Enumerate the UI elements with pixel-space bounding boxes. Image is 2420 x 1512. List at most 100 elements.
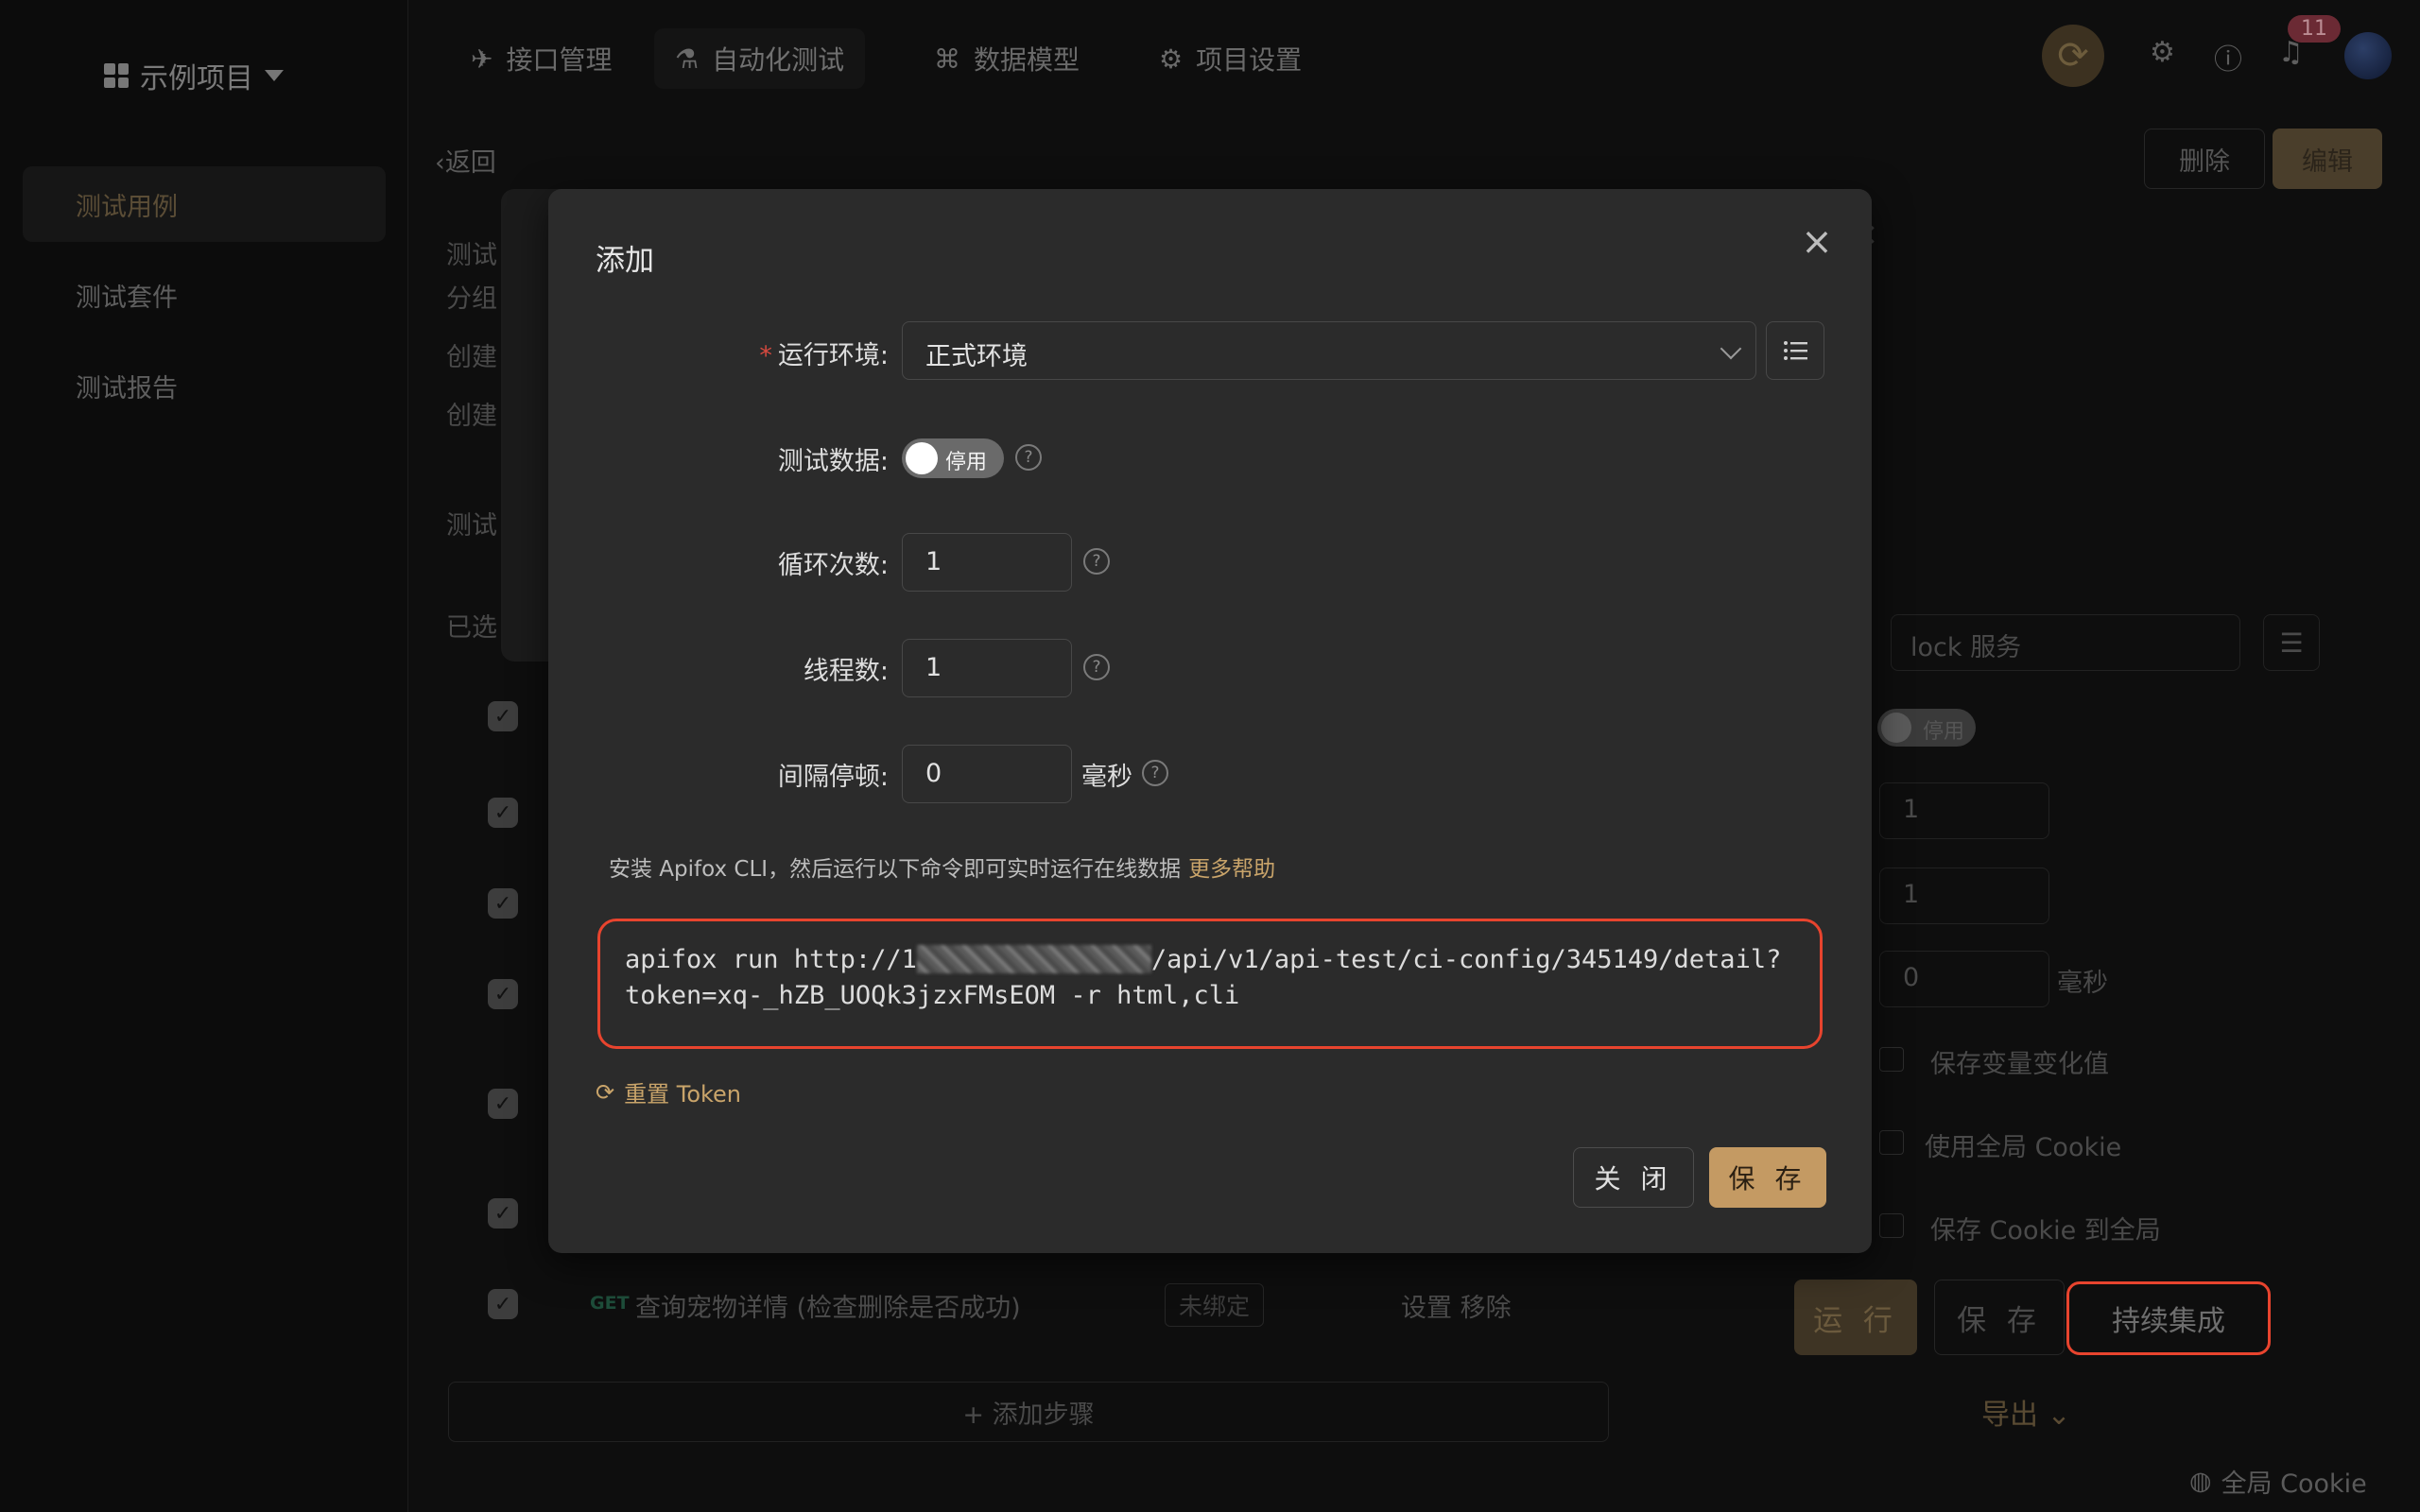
export-label: 导出 xyxy=(1981,1399,2038,1432)
binding-status-badge: 未绑定 xyxy=(1165,1283,1265,1327)
tab-label: 项目设置 xyxy=(1196,44,1303,76)
threads-value: 1 xyxy=(925,653,942,682)
rocket-icon: ✈ xyxy=(471,43,493,75)
help-icon[interactable]: ? xyxy=(1142,760,1168,786)
help-icon[interactable]: ? xyxy=(1083,654,1110,680)
refresh-icon: ⟳ xyxy=(596,1078,615,1106)
list-icon xyxy=(1784,341,1807,360)
side-nav: 测试用例 测试套件 测试报告 xyxy=(23,166,386,438)
interval-input[interactable]: 0 xyxy=(902,745,1072,803)
bg-save-button[interactable]: 保 存 xyxy=(1934,1280,2065,1355)
bg-tab-label[interactable]: 测试 xyxy=(446,505,497,541)
close-icon[interactable]: × xyxy=(1798,223,1836,261)
bg-interval-input[interactable]: 0 xyxy=(1879,951,2049,1007)
cli-command-box[interactable]: apifox run http://1/api/v1/api-test/ci-c… xyxy=(597,919,1823,1049)
checkbox-checked[interactable]: ✓ xyxy=(488,979,518,1009)
add-ci-modal: 添加 × * 运行环境: 正式环境 测试数据: 停用 ? 循环次数: 1 ? 线程… xyxy=(548,189,1872,1253)
back-label: 返回 xyxy=(444,148,496,178)
checkbox[interactable] xyxy=(1879,1213,1904,1238)
loop-count-input[interactable]: 1 xyxy=(902,533,1072,592)
project-switcher[interactable]: 示例项目 xyxy=(104,55,284,96)
bg-threads-input[interactable]: 1 xyxy=(1879,868,2049,924)
env-select[interactable]: 正式环境 xyxy=(902,321,1756,380)
checkbox-checked[interactable]: ✓ xyxy=(488,1289,518,1319)
bg-test-data-toggle[interactable]: 停用 xyxy=(1877,709,1976,747)
save-button[interactable]: 保 存 xyxy=(1709,1147,1826,1208)
checkbox-checked[interactable]: ✓ xyxy=(488,888,518,919)
model-icon: ⌘ xyxy=(934,43,960,75)
option-label: 保存 Cookie 到全局 xyxy=(1930,1216,2161,1246)
table-row[interactable]: ✓ GET 查询宠物详情 (检查删除是否成功) 未绑定 设置 移除 xyxy=(446,1266,1609,1342)
bg-env-select[interactable]: lock 服务 xyxy=(1891,614,2240,671)
sync-icon: ⟳ xyxy=(2057,34,2089,77)
checkbox[interactable] xyxy=(1879,1047,1904,1072)
add-step-button[interactable]: + 添加步骤 xyxy=(448,1382,1609,1442)
sidebar-item-test-cases[interactable]: 测试用例 xyxy=(23,166,386,242)
tab-label: 自动化测试 xyxy=(712,44,845,76)
notification-badge: 11 xyxy=(2288,15,2341,43)
more-help-link[interactable]: 更多帮助 xyxy=(1188,857,1275,882)
test-data-label: 测试数据: xyxy=(777,447,889,476)
checkbox-checked[interactable]: ✓ xyxy=(488,1089,518,1119)
test-data-toggle[interactable]: 停用 xyxy=(902,438,1004,478)
bg-env-value: lock 服务 xyxy=(1910,633,2022,662)
close-button[interactable]: 关 闭 xyxy=(1573,1147,1694,1208)
step-name[interactable]: 查询宠物详情 (检查删除是否成功) xyxy=(635,1287,1021,1324)
env-label: * 运行环境: xyxy=(548,335,889,371)
delete-button[interactable]: 删除 xyxy=(2144,129,2265,189)
input-value: 1 xyxy=(1903,795,1920,824)
flask-icon: ⚗ xyxy=(675,43,700,75)
bg-selected-label: 已选 xyxy=(446,613,497,643)
cli-hint-text: 安装 Apifox CLI，然后运行以下命令即可实时运行在线数据 xyxy=(609,857,1182,882)
row-actions[interactable]: 设置 移除 xyxy=(1401,1287,1512,1324)
interval-label: 间隔停顿: xyxy=(777,763,889,792)
chevron-down-icon xyxy=(1720,337,1742,360)
grid-icon xyxy=(104,63,129,88)
modal-title: 添加 xyxy=(596,244,654,278)
global-cookie-button[interactable]: ◍ 全局 Cookie xyxy=(2189,1463,2367,1500)
cookie-icon: ◍ xyxy=(2189,1467,2212,1496)
env-list-button[interactable] xyxy=(1766,321,1824,380)
loop-label: 循环次数: xyxy=(777,551,889,580)
toggle-label: 停用 xyxy=(1923,720,1965,744)
checkbox-checked[interactable]: ✓ xyxy=(488,701,518,731)
env-label-text: 运行环境: xyxy=(777,341,889,370)
reset-token-label: 重置 Token xyxy=(624,1081,742,1108)
bg-field-label: 测试 xyxy=(446,241,497,270)
sidebar-item-test-suites[interactable]: 测试套件 xyxy=(23,257,386,333)
run-button[interactable]: 运 行 xyxy=(1794,1280,1917,1355)
back-link[interactable]: ‹返回 xyxy=(435,142,496,179)
avatar[interactable] xyxy=(2344,32,2392,79)
tab-project-settings[interactable]: ⚙ 项目设置 xyxy=(1138,28,1322,89)
sync-button[interactable]: ⟳ xyxy=(2042,25,2104,87)
continuous-integration-button[interactable]: 持续集成 xyxy=(2066,1281,2271,1355)
checkbox-checked[interactable]: ✓ xyxy=(488,1198,518,1228)
caret-down-icon xyxy=(265,70,284,81)
help-icon[interactable]: ⓘ xyxy=(2214,36,2242,77)
settings-icon[interactable]: ⚙ xyxy=(2150,36,2175,69)
help-icon[interactable]: ? xyxy=(1015,444,1042,471)
list-icon[interactable]: ☰ xyxy=(2263,614,2320,671)
bg-field-label: 创建 xyxy=(446,343,497,372)
checkbox-checked[interactable]: ✓ xyxy=(488,798,518,828)
tab-data-model[interactable]: ⌘ 数据模型 xyxy=(913,28,1100,89)
toggle-knob xyxy=(906,442,938,474)
reset-token-button[interactable]: ⟳ 重置 Token xyxy=(596,1075,741,1108)
tab-label: 接口管理 xyxy=(506,44,613,76)
checkbox[interactable] xyxy=(1879,1130,1904,1155)
sidebar-item-test-reports[interactable]: 测试报告 xyxy=(23,348,386,423)
sidebar: 示例项目 测试用例 测试套件 测试报告 xyxy=(0,0,408,1512)
toggle-label: 停用 xyxy=(945,451,988,474)
threads-input[interactable]: 1 xyxy=(902,639,1072,697)
edit-button[interactable]: 编辑 xyxy=(2273,129,2382,189)
tab-automation-test[interactable]: ⚗ 自动化测试 xyxy=(654,28,866,89)
help-icon[interactable]: ? xyxy=(1083,548,1110,575)
option-label: 使用全局 Cookie xyxy=(1925,1133,2122,1162)
bg-loop-input[interactable]: 1 xyxy=(1879,782,2049,839)
input-value: 0 xyxy=(1903,963,1920,992)
command-prefix: apifox run http://1 xyxy=(625,945,917,974)
tab-api-management[interactable]: ✈ 接口管理 xyxy=(450,28,632,89)
cli-hint: 安装 Apifox CLI，然后运行以下命令即可实时运行在线数据 更多帮助 xyxy=(609,850,1275,883)
export-button[interactable]: 导出 ⌄ xyxy=(1981,1391,2071,1433)
gear-icon: ⚙ xyxy=(1159,43,1184,75)
